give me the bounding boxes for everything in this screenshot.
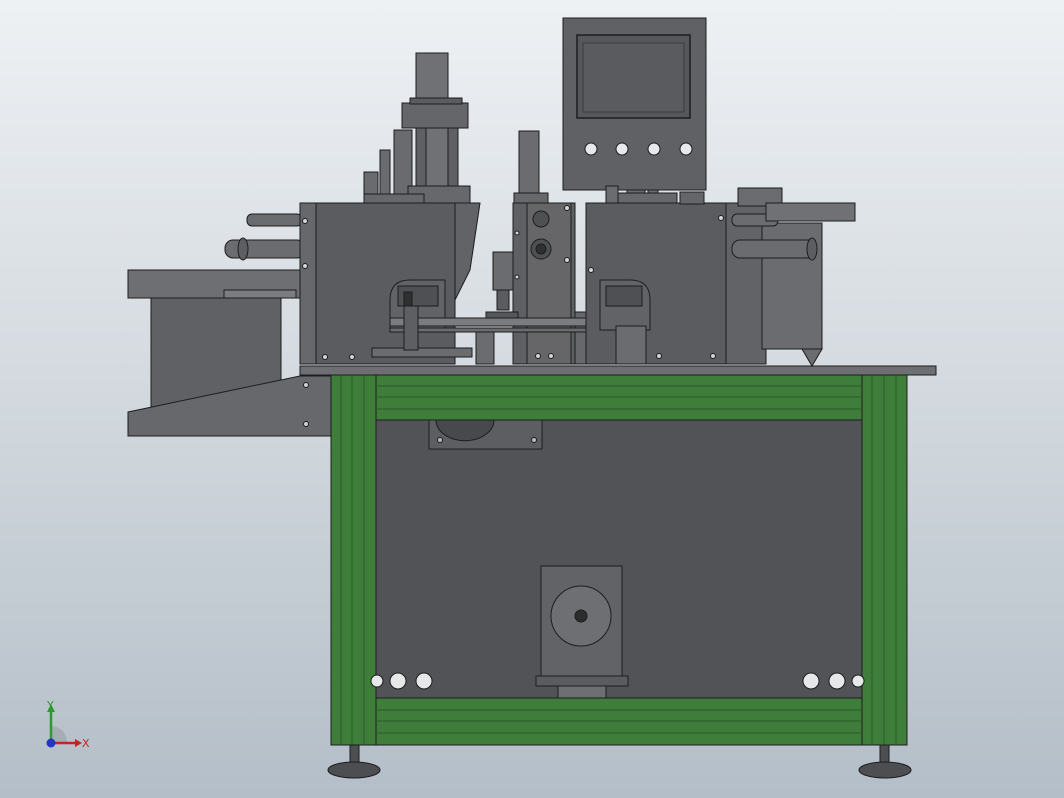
motor-shaft [574, 609, 588, 623]
bearing-block [428, 419, 543, 450]
leveling-feet [327, 744, 912, 779]
chute-bolt [303, 382, 309, 388]
cad-viewport[interactable]: X Y [0, 0, 1064, 798]
control-panel [562, 17, 707, 204]
table-top-plate [299, 365, 937, 376]
y-axis-label: Y [47, 699, 54, 712]
chute-bolt [303, 421, 309, 427]
z-axis-dot [46, 738, 56, 748]
frame-upright-left [330, 373, 377, 746]
motor-box [535, 565, 629, 699]
machine-drawing [127, 17, 937, 779]
x-axis-label: X [82, 737, 90, 750]
hopper-slot [223, 289, 297, 299]
coordinate-triad [46, 704, 82, 748]
